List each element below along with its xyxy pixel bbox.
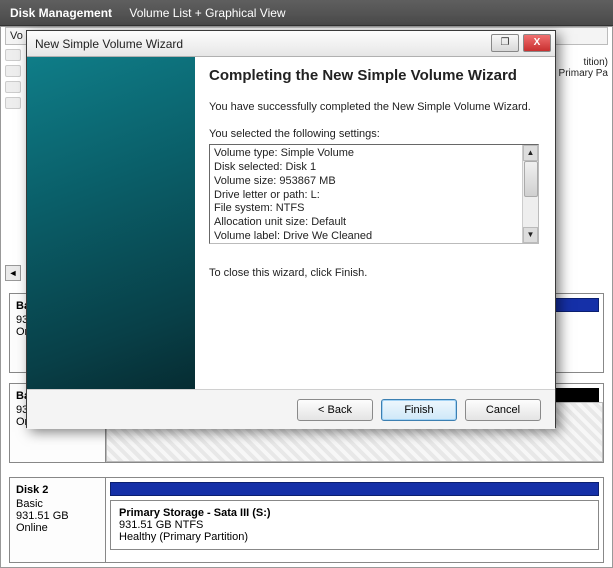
scrollbar-thumb[interactable] (524, 161, 538, 197)
volume-icon (5, 81, 21, 93)
close-button[interactable]: X (523, 34, 551, 52)
partition-text-peek: tition) , Primary Pa (553, 57, 608, 79)
listbox-scrollbar[interactable] (522, 145, 538, 243)
volume-icon (5, 49, 21, 61)
app-header: Disk Management Volume List + Graphical … (0, 0, 613, 26)
scroll-left-button[interactable]: ◄ (5, 265, 21, 281)
partition-status: Healthy (Primary Partition) (119, 531, 590, 543)
wizard-main: Completing the New Simple Volume Wizard … (195, 57, 555, 389)
disk-status: Online (16, 522, 99, 534)
wizard-p2: You selected the following settings: (209, 127, 539, 142)
dialog-title-text: New Simple Volume Wizard (35, 37, 183, 51)
partition-bar[interactable] (110, 482, 599, 496)
partition-size: 931.51 GB NTFS (119, 519, 590, 531)
dialog-titlebar[interactable]: New Simple Volume Wizard ❐ X (27, 31, 555, 57)
disk-type: Basic (16, 498, 99, 510)
finish-button[interactable]: Finish (381, 399, 457, 421)
minimize-button[interactable]: ❐ (491, 34, 519, 52)
dialog-footer: < Back Finish Cancel (27, 389, 555, 429)
disk-size: 931.51 GB (16, 510, 99, 522)
wizard-p1: You have successfully completed the New … (209, 100, 539, 115)
back-button[interactable]: < Back (297, 399, 373, 421)
cancel-button[interactable]: Cancel (465, 399, 541, 421)
wizard-p3: To close this wizard, click Finish. (209, 266, 539, 281)
wizard-heading: Completing the New Simple Volume Wizard (209, 67, 539, 86)
partition-title: Primary Storage - Sata III (S:) (119, 507, 590, 519)
wizard-dialog: New Simple Volume Wizard ❐ X Completing … (26, 30, 556, 428)
app-title: Disk Management (10, 6, 112, 20)
volume-icons-strip (1, 45, 25, 245)
partition-box[interactable]: Primary Storage - Sata III (S:) 931.51 G… (110, 500, 599, 550)
disk-graph: Primary Storage - Sata III (S:) 931.51 G… (106, 478, 603, 562)
settings-listbox[interactable]: Volume type: Simple Volume Disk selected… (209, 144, 539, 244)
app-subtitle: Volume List + Graphical View (129, 6, 285, 20)
disk-title: Disk 2 (16, 484, 99, 496)
disk-panel-2[interactable]: Disk 2 Basic 931.51 GB Online Primary St… (9, 477, 604, 563)
disk-info-left: Disk 2 Basic 931.51 GB Online (10, 478, 106, 562)
volume-icon (5, 65, 21, 77)
volume-icon (5, 97, 21, 109)
wizard-side-graphic (27, 57, 195, 389)
